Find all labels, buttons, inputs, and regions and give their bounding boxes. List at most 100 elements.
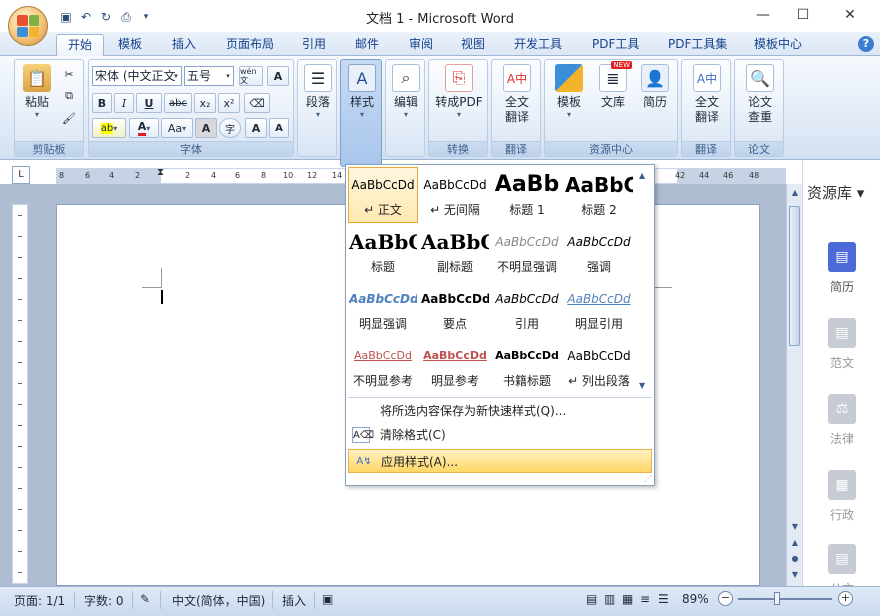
insert-mode[interactable]: 插入 [282,592,306,609]
page-count[interactable]: 页面: 1/1 [14,592,65,609]
outline-view-icon[interactable]: ≡ [640,592,650,606]
print-layout-view-icon[interactable]: ▤ [586,592,597,606]
draft-view-icon[interactable]: ☰ [658,592,669,606]
vertical-ruler[interactable] [12,204,28,584]
copy-icon[interactable]: ⧉ [59,86,79,106]
underline-button[interactable]: U [136,93,162,113]
tab-pdf-tools[interactable]: PDF工具 [584,34,647,56]
resize-grip-icon[interactable]: ⋰ [644,475,652,483]
shrink-font-button[interactable]: A [269,118,289,138]
style-tile[interactable]: AaBb 标题 1 [492,167,562,223]
tab-template-center[interactable]: 模板中心 [746,34,810,56]
zoom-out-button[interactable]: − [718,591,733,606]
grow-font-button[interactable]: A [245,118,267,138]
enclose-char-button[interactable]: 字 [219,118,241,138]
thesis-check-button[interactable]: 🔍 论文 查重 [737,64,783,125]
style-tile[interactable]: AaBbCcDd 不明显强调 [492,224,562,280]
gallery-scrollbar[interactable]: ▲ ▼ [636,167,652,395]
char-shading-button[interactable]: A [195,118,217,138]
styles-button[interactable]: A 样式 ▾ [343,64,381,119]
apply-styles-item[interactable]: A↯ 应用样式(A)... [348,449,652,473]
save-quick-style-item[interactable]: 将所选内容保存为新快速样式(Q)... [346,399,654,423]
char-border-button[interactable]: A [267,66,289,86]
style-tile[interactable]: AaBbC 标题 2 [564,167,634,223]
scroll-down-icon[interactable]: ▼ [790,522,800,532]
prev-page-icon[interactable]: ▲ [790,538,800,548]
style-tile[interactable]: AaBbCcDd ↵ 列出段落 [564,338,634,394]
resource-sample-item[interactable]: ▤ 范文 [803,318,880,371]
format-painter-icon[interactable]: 🖌 [59,108,79,128]
highlight-button[interactable]: ab ▾ [92,118,126,138]
font-size-combo[interactable]: 五号 ▾ [184,66,234,86]
tab-stop-selector[interactable]: L [12,166,30,184]
convert-pdf-button[interactable]: ⎘ 转成PDF ▾ [431,64,487,119]
subscript-button[interactable]: x₂ [194,93,216,113]
style-tile[interactable]: AaBbCcDd 引用 [492,281,562,337]
zoom-level[interactable]: 89% [682,592,709,606]
minimize-button[interactable]: — [746,4,780,26]
resume-button[interactable]: 👤 简历 [635,64,675,110]
scroll-up-icon[interactable]: ▲ [639,171,645,180]
resource-official-item[interactable]: ▤ 公文 [803,544,880,586]
zoom-slider-thumb[interactable] [774,592,780,605]
zoom-slider[interactable] [738,598,832,600]
reading-view-icon[interactable]: ▥ [604,592,615,606]
strikethrough-button[interactable]: abc [164,93,192,113]
cut-icon[interactable]: ✂ [59,64,79,84]
word-count[interactable]: 字数: 0 [84,592,124,609]
full-translate2-button[interactable]: A中 全文 翻译 [684,64,730,125]
bold-button[interactable]: B [92,93,112,113]
tab-home[interactable]: 开始 [56,34,104,56]
browse-object-icon[interactable]: ● [790,554,800,564]
zoom-in-button[interactable]: + [838,591,853,606]
resource-law-item[interactable]: ⚖ 法律 [803,394,880,447]
paste-button[interactable]: 📋 粘贴 ▾ [19,64,55,119]
style-tile[interactable]: AaBbCcDd 不明显参考 [348,338,418,394]
resource-panel-title[interactable]: 资源库 ▾ [807,182,864,203]
scrollbar-thumb[interactable] [789,206,800,346]
web-layout-view-icon[interactable]: ▦ [622,592,633,606]
resource-resume-item[interactable]: ▤ 简历 [803,242,880,295]
style-tile[interactable]: AaBbCcDd 明显引用 [564,281,634,337]
italic-button[interactable]: I [114,93,134,113]
style-tile[interactable]: AaBbCcDd 明显参考 [420,338,490,394]
style-tile[interactable]: AaBbCcDd 要点 [420,281,490,337]
full-translate-button[interactable]: A中 全文 翻译 [494,64,540,125]
tab-mailings[interactable]: 邮件 [347,34,387,56]
next-page-icon[interactable]: ▼ [790,570,800,580]
language-indicator[interactable]: 中文(简体，中国) [172,592,265,609]
tab-template[interactable]: 模板 [110,34,150,56]
tab-view[interactable]: 视图 [453,34,493,56]
help-icon[interactable]: ? [858,36,874,52]
tab-review[interactable]: 审阅 [401,34,441,56]
maximize-button[interactable]: ☐ [786,4,820,26]
paragraph-button[interactable]: ☰ 段落 ▾ [300,64,336,119]
tab-insert[interactable]: 插入 [164,34,204,56]
indent-marker[interactable]: ⧗ [157,167,164,178]
edit-button[interactable]: ⌕ 编辑 ▾ [388,64,424,119]
scroll-down-icon[interactable]: ▼ [639,381,645,390]
tab-page-layout[interactable]: 页面布局 [218,34,282,56]
proofing-icon[interactable]: ✎ [140,592,150,606]
tab-references[interactable]: 引用 [294,34,334,56]
template-button[interactable]: 模板 ▾ [549,64,589,119]
style-tile[interactable]: AaBbC 标题 [348,224,418,280]
style-tile[interactable]: AaBbCcDd ↵ 正文 [348,167,418,223]
style-tile[interactable]: AaBbCcDd ↵ 无间隔 [420,167,490,223]
scroll-up-icon[interactable]: ▲ [790,188,800,198]
change-case-button[interactable]: Aa ▾ [161,118,193,138]
font-color-button[interactable]: A ▾ [129,118,159,138]
resource-admin-item[interactable]: ▦ 行政 [803,470,880,523]
tab-developer[interactable]: 开发工具 [506,34,570,56]
vertical-scrollbar[interactable]: ▲ ▼ ▲ ● ▼ [786,184,802,586]
office-button[interactable] [8,6,48,46]
style-tile[interactable]: AaBbC 副标题 [420,224,490,280]
font-name-combo[interactable]: 宋体 (中文正文 ▾ [92,66,182,86]
style-tile[interactable]: AaBbCcDd 明显强调 [348,281,418,337]
macro-record-icon[interactable]: ▣ [322,592,333,606]
style-tile[interactable]: AaBbCcDd 强调 [564,224,634,280]
clear-format-icon[interactable]: ⌫ [244,93,270,113]
close-button[interactable]: ✕ [833,4,867,26]
style-tile[interactable]: AaBbCcDd 书籍标题 [492,338,562,394]
tab-pdf-toolset[interactable]: PDF工具集 [660,34,735,56]
